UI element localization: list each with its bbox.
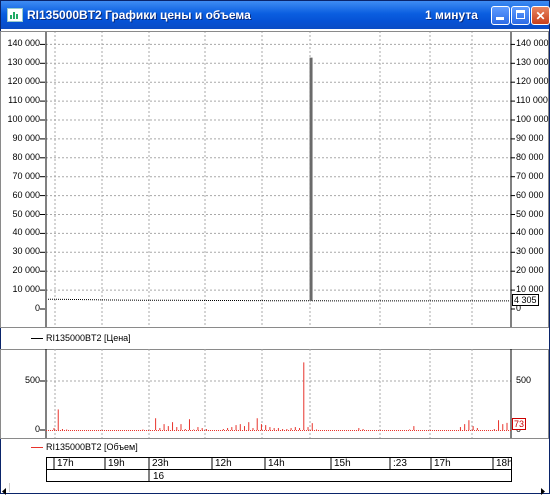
time-label: 17h <box>57 458 74 469</box>
chart-canvas <box>0 31 549 482</box>
price-legend-label: RI135000BT2 [Цена] <box>46 333 131 343</box>
price-series <box>47 57 509 302</box>
price-tick-label-right: 140 000 <box>516 38 549 49</box>
price-tick-label-right: 90 000 <box>516 132 544 143</box>
price-tick-label-left: 130 000 <box>7 57 40 68</box>
price-tick-label-left: 50 000 <box>12 208 40 219</box>
price-legend-swatch <box>31 338 43 339</box>
scroll-left-button[interactable] <box>0 483 10 495</box>
price-tick-label-right: 110 000 <box>516 95 548 106</box>
time-label: 23h <box>152 458 169 469</box>
price-tick-label-right: 120 000 <box>516 76 549 87</box>
price-tick-label-left: 20 000 <box>12 265 40 276</box>
price-tick-label-left: 30 000 <box>12 246 40 257</box>
price-tick-label-right: 130 000 <box>516 57 549 68</box>
price-tick-label-left: 90 000 <box>12 132 40 143</box>
price-tick-label-left: 120 000 <box>7 76 40 87</box>
price-tick-label-right: 10 000 <box>516 284 544 295</box>
price-tick-label-right: 80 000 <box>516 151 544 162</box>
time-label: 12h <box>215 458 232 469</box>
price-panel-frame <box>0 31 549 439</box>
price-tick-label-left: 80 000 <box>12 151 40 162</box>
price-tick-label-left: 40 000 <box>12 227 40 238</box>
price-tick-label-left: 0 <box>34 303 40 313</box>
price-tick-label-right: 20 000 <box>516 265 544 276</box>
price-line <box>47 298 509 302</box>
volume-last-value: 73 <box>512 418 527 430</box>
price-tick-label-right: 100 000 <box>516 114 549 124</box>
volume-legend-label: RI135000BT2 [Объем] <box>46 442 138 452</box>
volume-tick-label-left: 0 <box>34 424 40 434</box>
price-tick-label-right: 70 000 <box>516 170 544 181</box>
time-label: 19h <box>108 458 125 469</box>
price-tick-label-left: 10 000 <box>12 284 40 295</box>
volume-grid <box>40 349 512 438</box>
price-tick-label-right: 60 000 <box>516 189 544 200</box>
time-label: 15h <box>334 458 351 469</box>
price-grid <box>40 31 515 327</box>
price-last-value: 4 305 <box>512 294 539 306</box>
time-label: 14h <box>268 458 285 469</box>
price-tick-label-left: 60 000 <box>12 189 40 200</box>
price-spike-bar <box>309 57 313 301</box>
price-tick-label-right: 40 000 <box>516 227 544 238</box>
volume-legend-swatch <box>31 447 43 448</box>
price-tick-label-right: 50 000 <box>516 208 544 219</box>
time-label: 18h <box>496 458 513 469</box>
date-axis-row <box>46 469 512 482</box>
price-tick-label-left: 70 000 <box>12 170 40 181</box>
time-label: :23 <box>393 458 407 469</box>
price-tick-label-right: 30 000 <box>516 246 544 257</box>
price-tick-label-left: 100 000 <box>7 114 40 124</box>
time-label: 17h <box>434 458 451 469</box>
scroll-right-button[interactable] <box>538 483 548 495</box>
volume-tick-label-left: 500 <box>24 375 40 385</box>
date-label: 16 <box>153 471 165 482</box>
price-tick-label-left: 110 000 <box>8 95 40 106</box>
price-panel-border <box>0 31 549 328</box>
volume-panel-border <box>0 349 549 439</box>
price-tick-label-left: 140 000 <box>7 38 40 49</box>
volume-tick-label-right: 500 <box>516 375 532 385</box>
volume-series <box>46 362 511 431</box>
